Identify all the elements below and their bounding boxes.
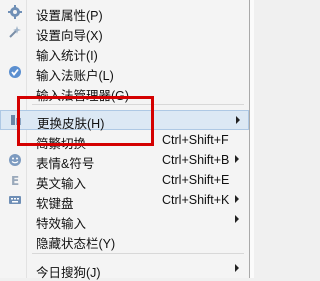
menu-item-setup-wizard[interactable]: 设置向导(X) [0,22,249,43]
submenu-arrow-icon [235,215,239,223]
gear-icon [8,5,22,19]
menu-item-input-stats[interactable]: 输入统计(I) [0,42,249,63]
menu-item-emoji-symbols[interactable]: 表情&符号 Ctrl+Shift+B [0,150,249,171]
menu-item-account[interactable]: 输入法账户(L) [0,62,249,83]
english-icon: E [8,173,22,188]
menu-item-special-effects[interactable]: 特效输入 [0,210,249,231]
submenu-arrow-icon [236,116,240,124]
smiley-icon [8,153,22,167]
check-circle-icon [8,65,22,79]
menu-separator [32,253,244,254]
menu-item-today-sogou[interactable]: 今日搜狗(J) [0,259,249,280]
shortcut-label: Ctrl+Shift+E [162,173,230,187]
submenu-arrow-icon [235,155,239,163]
submenu-arrow-icon [235,195,239,203]
keyboard-icon [8,193,22,207]
menu-item-label: 隐藏状态栏(Y) [36,237,116,251]
shortcut-label: Ctrl+Shift+B [162,153,230,167]
menu-item-hide-status-bar[interactable]: 隐藏状态栏(Y) [0,230,249,251]
shortcut-label: Ctrl+Shift+K [162,193,230,207]
submenu-arrow-icon [235,264,239,272]
menu-item-english-input[interactable]: E 英文输入 Ctrl+Shift+E [0,170,249,191]
svg-text:E: E [11,174,19,187]
wand-icon [8,25,22,39]
window-edge [250,0,254,278]
menu-item-settings[interactable]: 设置属性(P) [0,2,249,23]
red-highlight-box [17,96,154,146]
menu-item-soft-keyboard[interactable]: 软键盘 Ctrl+Shift+K [0,190,249,211]
shortcut-label: Ctrl+Shift+F [162,133,229,147]
menu-item-label: 今日搜狗(J) [36,266,101,280]
